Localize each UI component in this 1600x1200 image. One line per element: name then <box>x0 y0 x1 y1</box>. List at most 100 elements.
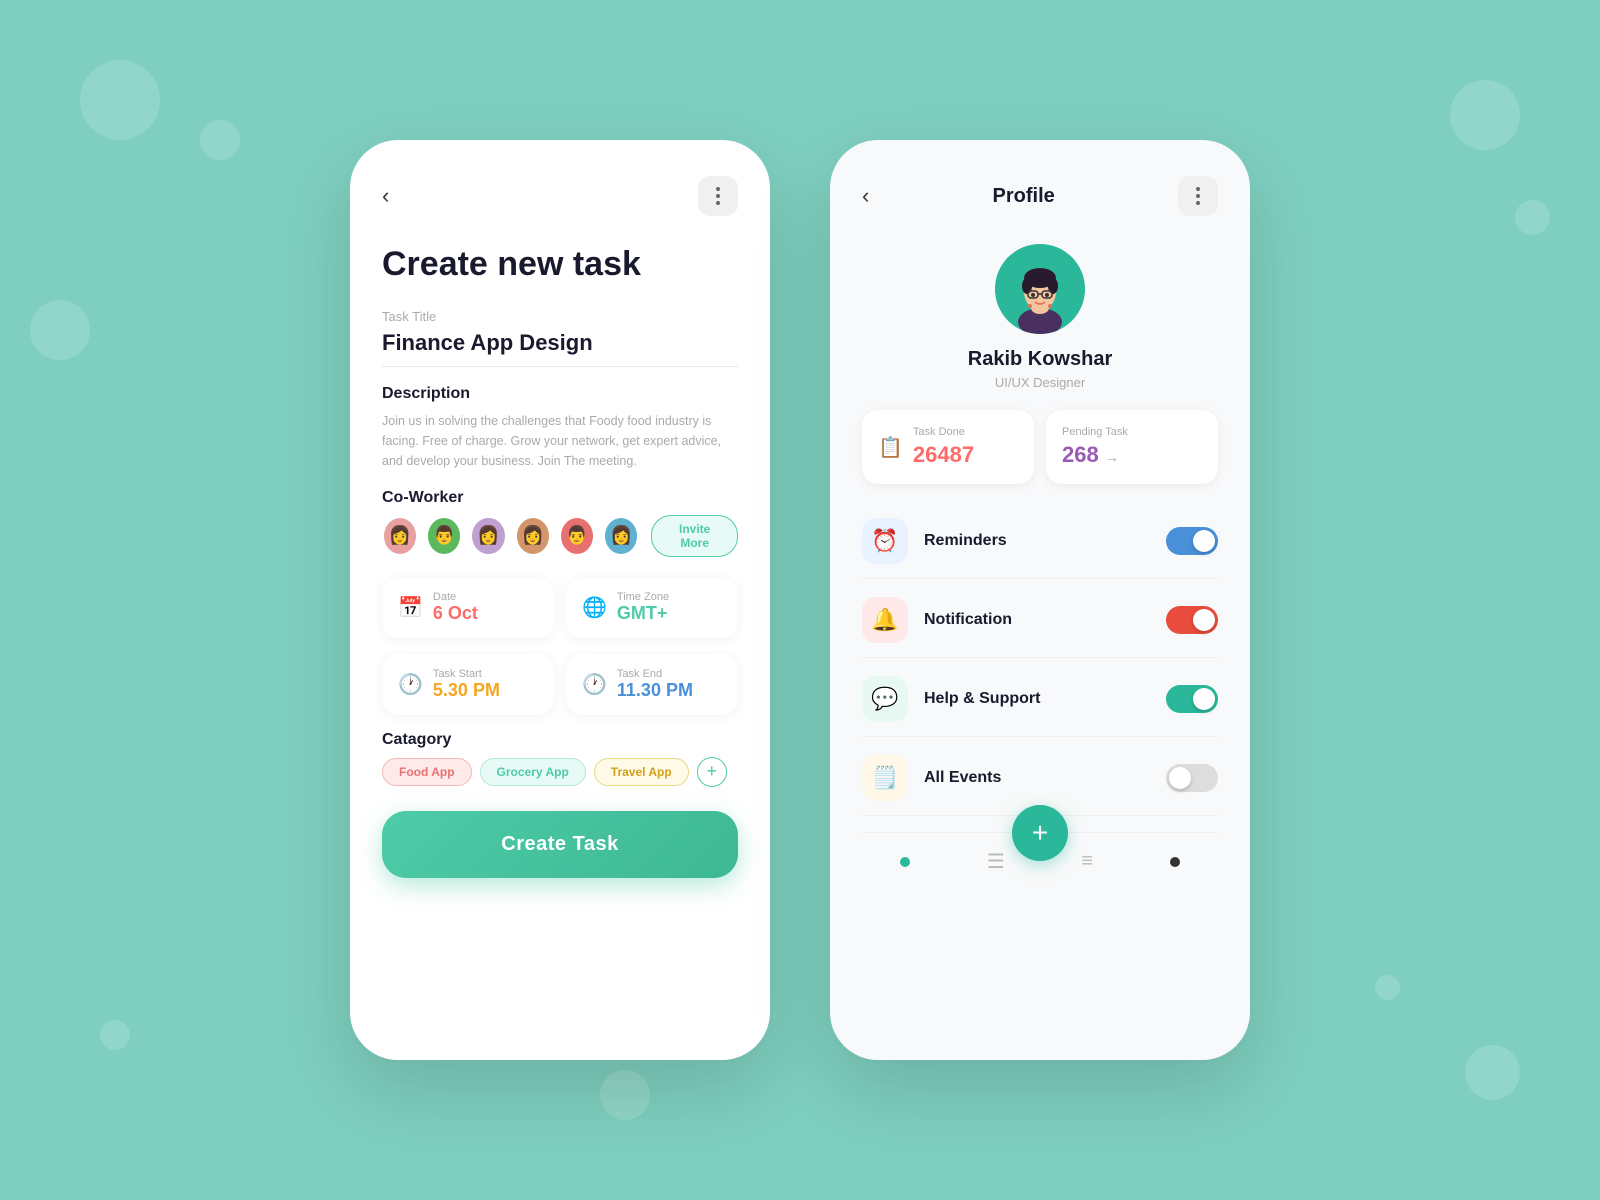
profile-menu-button[interactable] <box>1178 176 1218 216</box>
profile-back-button[interactable]: ‹ <box>862 183 869 209</box>
help-icon-wrap: 💬 <box>862 676 908 722</box>
avatar-2: 👨 <box>426 516 462 556</box>
timezone-info: Time Zone GMT+ <box>617 591 669 624</box>
bell-icon: 🔔 <box>871 607 898 633</box>
toggle-knob <box>1193 688 1215 710</box>
avatar-5: 👨 <box>559 516 595 556</box>
nav-home-indicator[interactable] <box>900 857 910 867</box>
coworker-label: Co-Worker <box>382 489 738 507</box>
task-end-label: Task End <box>617 668 693 680</box>
tag-food-app[interactable]: Food App <box>382 758 472 786</box>
clock-end-icon: 🕐 <box>582 672 607 697</box>
help-support-toggle[interactable] <box>1166 685 1218 713</box>
date-timezone-grid: 📅 Date 6 Oct 🌐 Time Zone GMT+ <box>382 577 738 638</box>
category-label: Catagory <box>382 731 738 749</box>
toggle-knob <box>1193 609 1215 631</box>
task-end-info: Task End 11.30 PM <box>617 668 693 701</box>
profile-title: Profile <box>869 185 1178 208</box>
task-start-card[interactable]: 🕐 Task Start 5.30 PM <box>382 654 554 715</box>
add-tag-button[interactable]: + <box>697 757 727 787</box>
reminders-toggle[interactable] <box>1166 527 1218 555</box>
chat-icon: 💬 <box>871 686 898 712</box>
notification-label: Notification <box>924 611 1166 629</box>
page-title: Create new task <box>382 244 738 285</box>
description-label: Description <box>382 385 738 403</box>
profile-header: ‹ Profile <box>862 176 1218 216</box>
invite-more-button[interactable]: Invite More <box>651 515 738 557</box>
task-done-card[interactable]: 📋 Task Done 26487 <box>862 410 1034 484</box>
header-row: ‹ <box>382 176 738 216</box>
phones-container: ‹ Create new task Task Title Finance App… <box>350 140 1250 1060</box>
date-info: Date 6 Oct <box>433 591 478 624</box>
back-button[interactable]: ‹ <box>382 183 389 209</box>
bottom-nav: ☰ + ≡ <box>862 832 1218 874</box>
left-phone: ‹ Create new task Task Title Finance App… <box>350 140 770 1060</box>
toggle-knob <box>1169 767 1191 789</box>
task-end-card[interactable]: 🕐 Task End 11.30 PM <box>566 654 738 715</box>
timezone-value: GMT+ <box>617 603 669 624</box>
menu-button[interactable] <box>698 176 738 216</box>
timezone-icon: 🌐 <box>582 595 607 620</box>
task-done-value: 26487 <box>913 442 974 468</box>
task-start-label: Task Start <box>433 668 500 680</box>
clock-start-icon: 🕐 <box>398 672 423 697</box>
date-value: 6 Oct <box>433 603 478 624</box>
avatar-1: 👩 <box>382 516 418 556</box>
all-events-label: All Events <box>924 769 1166 787</box>
settings-list: ⏰ Reminders 🔔 Notification <box>862 504 1218 816</box>
date-label: Date <box>433 591 478 603</box>
avatar-3: 👩 <box>470 516 506 556</box>
task-done-info: Task Done 26487 <box>913 426 974 468</box>
date-card[interactable]: 📅 Date 6 Oct <box>382 577 554 638</box>
setting-notification[interactable]: 🔔 Notification <box>862 583 1218 658</box>
task-title-value: Finance App Design <box>382 330 738 367</box>
pending-task-info: Pending Task 268 → <box>1062 426 1128 468</box>
help-support-label: Help & Support <box>924 690 1166 708</box>
timezone-label: Time Zone <box>617 591 669 603</box>
reminders-label: Reminders <box>924 532 1166 550</box>
pending-task-value: 268 → <box>1062 442 1128 468</box>
task-done-label: Task Done <box>913 426 974 438</box>
pending-task-card[interactable]: Pending Task 268 → <box>1046 410 1218 484</box>
nav-menu-icon[interactable]: ☰ <box>987 849 1005 874</box>
all-events-toggle[interactable] <box>1166 764 1218 792</box>
description-text: Join us in solving the challenges that F… <box>382 411 738 471</box>
calendar-icon: 📅 <box>398 595 423 620</box>
avatar-4: 👩 <box>515 516 551 556</box>
task-start-info: Task Start 5.30 PM <box>433 668 500 701</box>
create-task-button[interactable]: Create Task <box>382 811 738 878</box>
stats-row: 📋 Task Done 26487 Pending Task 268 → <box>862 410 1218 484</box>
pending-arrow-icon: → <box>1105 449 1119 465</box>
setting-help-support[interactable]: 💬 Help & Support <box>862 662 1218 737</box>
notification-icon-wrap: 🔔 <box>862 597 908 643</box>
notification-toggle[interactable] <box>1166 606 1218 634</box>
nav-list-icon[interactable]: ≡ <box>1081 850 1093 873</box>
avatar-6: 👩 <box>603 516 639 556</box>
tag-travel-app[interactable]: Travel App <box>594 758 689 786</box>
nav-profile-indicator[interactable] <box>1170 857 1180 867</box>
task-end-value: 11.30 PM <box>617 680 693 701</box>
task-times-grid: 🕐 Task Start 5.30 PM 🕐 Task End 11.30 PM <box>382 654 738 715</box>
tag-grocery-app[interactable]: Grocery App <box>480 758 586 786</box>
events-icon-wrap: 🗒️ <box>862 755 908 801</box>
avatars-row: 👩 👨 👩 👩 👨 👩 Invite More <box>382 515 738 557</box>
user-name: Rakib Kowshar <box>968 348 1112 371</box>
fab-button[interactable]: + <box>1012 805 1068 861</box>
avatar-illustration <box>995 244 1085 334</box>
timezone-card[interactable]: 🌐 Time Zone GMT+ <box>566 577 738 638</box>
task-done-icon: 📋 <box>878 435 903 460</box>
toggle-knob <box>1193 530 1215 552</box>
events-icon: 🗒️ <box>871 765 898 791</box>
task-start-value: 5.30 PM <box>433 680 500 701</box>
user-role: UI/UX Designer <box>995 375 1085 390</box>
tags-row: Food App Grocery App Travel App + <box>382 757 738 787</box>
task-title-label: Task Title <box>382 309 738 324</box>
setting-reminders[interactable]: ⏰ Reminders <box>862 504 1218 579</box>
coworker-section: Co-Worker 👩 👨 👩 👩 👨 👩 Invite More <box>382 489 738 557</box>
pending-task-label: Pending Task <box>1062 426 1128 438</box>
reminders-icon-wrap: ⏰ <box>862 518 908 564</box>
category-section: Catagory Food App Grocery App Travel App… <box>382 731 738 787</box>
right-phone: ‹ Profile <box>830 140 1250 1060</box>
profile-avatar-section: Rakib Kowshar UI/UX Designer <box>862 244 1218 390</box>
alarm-icon: ⏰ <box>871 528 898 554</box>
